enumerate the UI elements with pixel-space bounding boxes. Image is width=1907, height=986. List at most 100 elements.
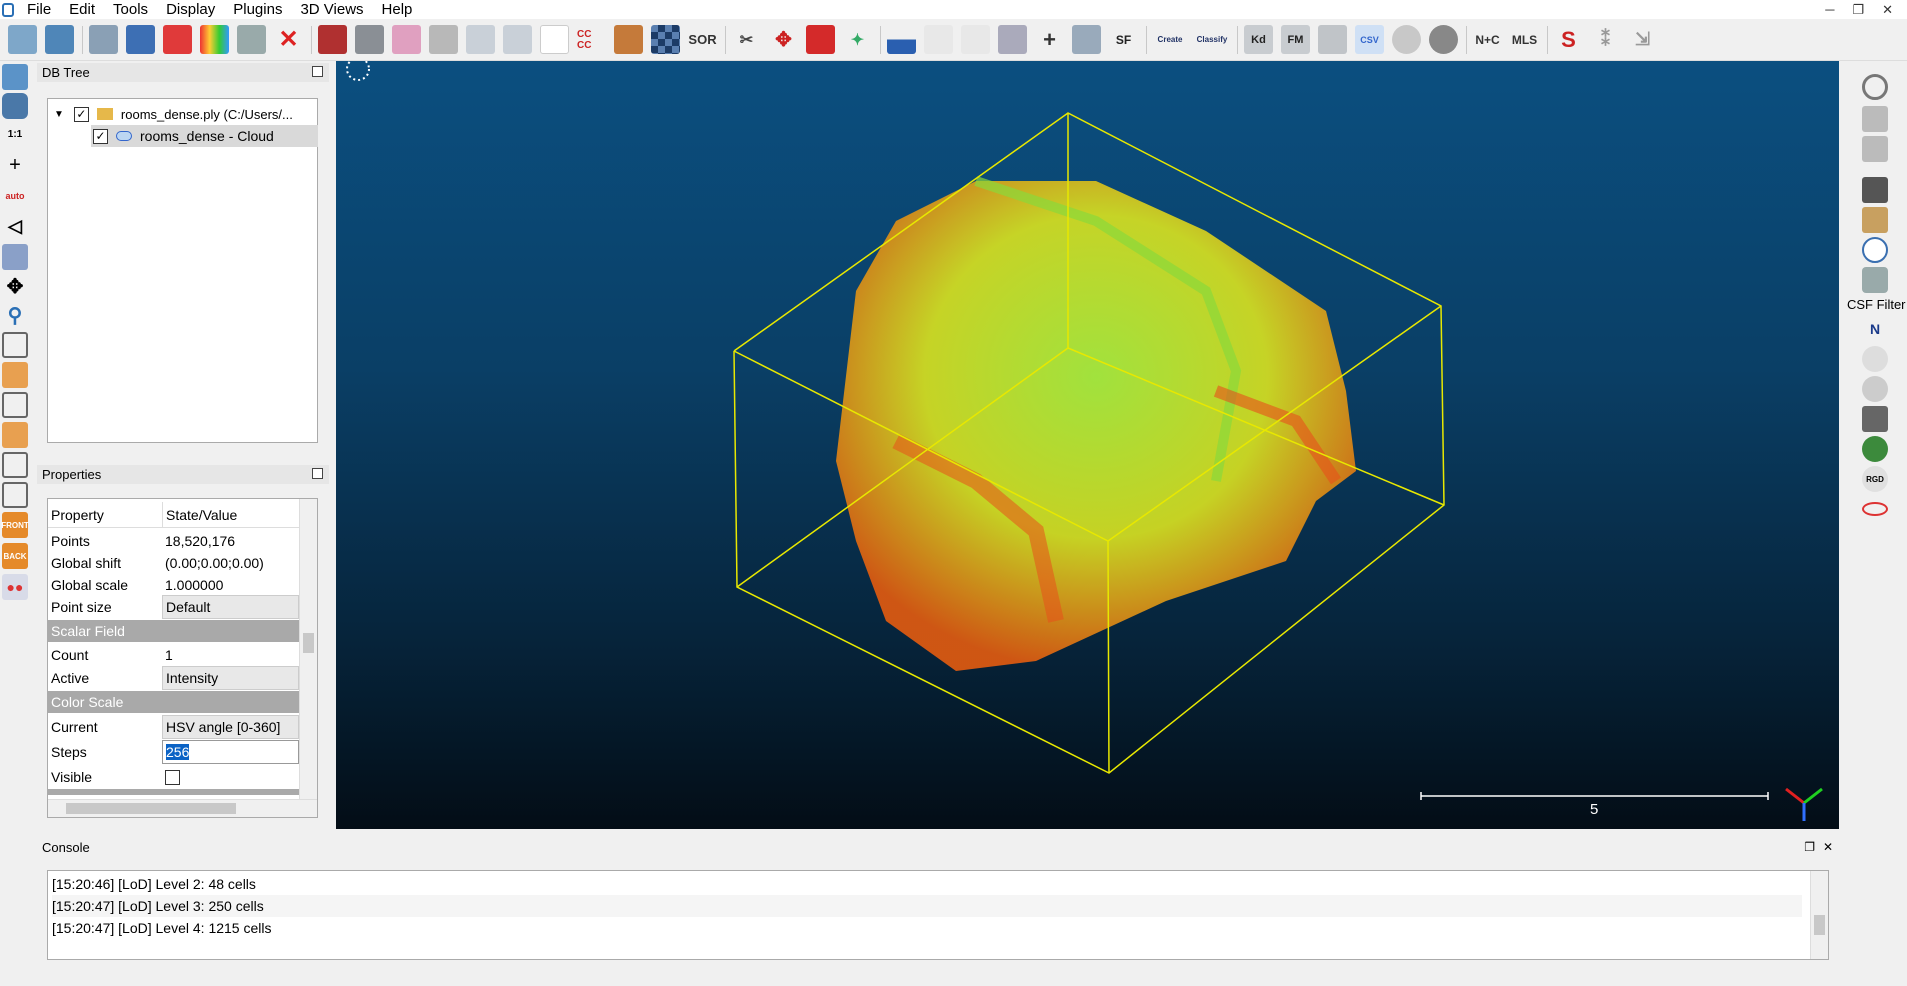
- menu-tools[interactable]: Tools: [104, 0, 157, 19]
- view-back-icon[interactable]: [2, 422, 28, 448]
- globe-icon[interactable]: [1429, 25, 1458, 54]
- clapper-icon[interactable]: [1862, 177, 1888, 203]
- pie-icon[interactable]: [1392, 25, 1421, 54]
- zoom-icon[interactable]: ⚲: [2, 302, 28, 328]
- display-icon[interactable]: [2, 64, 28, 90]
- point-tool-icon[interactable]: ⁑: [1591, 25, 1620, 54]
- cdl-icon[interactable]: [1862, 106, 1888, 132]
- mls-icon[interactable]: MLS: [1510, 25, 1539, 54]
- kd-icon[interactable]: Kd: [1244, 25, 1273, 54]
- properties-vscrollbar[interactable]: [299, 499, 317, 799]
- file-icon[interactable]: [1318, 25, 1347, 54]
- scroll-thumb[interactable]: [303, 633, 314, 653]
- calculator-icon[interactable]: [1072, 25, 1101, 54]
- save-icon[interactable]: [45, 25, 74, 54]
- csv-icon[interactable]: CSV: [1355, 25, 1384, 54]
- console-scrollbar[interactable]: [1810, 871, 1828, 959]
- open-icon[interactable]: [8, 25, 37, 54]
- disable-icon[interactable]: [1862, 74, 1888, 100]
- settings-icon[interactable]: [89, 25, 118, 54]
- pick-icon[interactable]: ✦: [843, 25, 872, 54]
- expand-arrow-icon[interactable]: ▼: [54, 109, 64, 120]
- minimize-button[interactable]: ─: [1825, 2, 1834, 17]
- steps-input[interactable]: 256: [162, 740, 299, 764]
- maximize-button[interactable]: ❐: [1852, 2, 1864, 18]
- sdl-icon[interactable]: [1862, 136, 1888, 162]
- auto-icon[interactable]: auto: [2, 183, 28, 209]
- table-icon[interactable]: [998, 25, 1027, 54]
- dots-icon[interactable]: [392, 25, 421, 54]
- canupo-classify-icon[interactable]: Classify: [1195, 25, 1229, 54]
- center-icon[interactable]: +: [2, 152, 28, 178]
- fm-icon[interactable]: FM: [1281, 25, 1310, 54]
- view-bottom-icon[interactable]: [2, 482, 28, 508]
- north-icon[interactable]: N: [1862, 316, 1888, 342]
- console-scroll-thumb[interactable]: [1814, 915, 1825, 935]
- undock-icon[interactable]: [312, 66, 323, 77]
- transform-icon[interactable]: ⇲: [1628, 25, 1657, 54]
- rgd-icon[interactable]: RGD: [1862, 466, 1888, 492]
- cccc-icon[interactable]: CC CC: [577, 25, 606, 54]
- noise-icon[interactable]: [540, 25, 569, 54]
- cube-icon[interactable]: [2, 244, 28, 270]
- sphere-green-icon[interactable]: [1862, 436, 1888, 462]
- hpr-icon[interactable]: [1862, 346, 1888, 372]
- menu-edit[interactable]: Edit: [60, 0, 104, 19]
- register-icon[interactable]: [318, 25, 347, 54]
- list-icon[interactable]: [126, 25, 155, 54]
- checker-icon[interactable]: [651, 25, 680, 54]
- minmax-icon[interactable]: [961, 25, 990, 54]
- menu-3d-views[interactable]: 3D Views: [291, 0, 372, 19]
- one-to-one-icon[interactable]: 1:1: [2, 121, 28, 147]
- properties-hscrollbar[interactable]: [48, 799, 317, 817]
- stereo-icon[interactable]: ●●: [2, 574, 28, 600]
- sf-icon[interactable]: SF: [1109, 25, 1138, 54]
- view-icon[interactable]: ◁: [2, 213, 28, 239]
- active-sf-select[interactable]: Intensity: [162, 666, 299, 690]
- back-iso-icon[interactable]: BACK: [2, 543, 28, 569]
- mesh-icon[interactable]: [614, 25, 643, 54]
- front-iso-icon[interactable]: FRONT: [1, 512, 29, 538]
- view-right-icon[interactable]: [2, 452, 28, 478]
- menu-file[interactable]: File: [18, 0, 60, 19]
- segment-icon[interactable]: [806, 25, 835, 54]
- menu-help[interactable]: Help: [373, 0, 422, 19]
- view-left-icon[interactable]: [2, 392, 28, 418]
- merge-icon[interactable]: [200, 25, 229, 54]
- curve-tool-icon[interactable]: S: [1554, 25, 1583, 54]
- scissors-icon[interactable]: ✂: [732, 25, 761, 54]
- m3c2-icon[interactable]: [1862, 376, 1888, 402]
- canupo-create-icon[interactable]: Create: [1153, 25, 1187, 54]
- hscroll-thumb[interactable]: [66, 803, 236, 814]
- subsample-icon[interactable]: [237, 25, 266, 54]
- ellipse-icon[interactable]: [1862, 502, 1888, 516]
- undock-icon[interactable]: [312, 468, 323, 479]
- shield-icon[interactable]: [355, 25, 384, 54]
- histogram-icon[interactable]: [887, 25, 916, 54]
- pcv-icon[interactable]: [1862, 406, 1888, 432]
- delete-icon[interactable]: ✕: [274, 25, 303, 54]
- scatter-icon[interactable]: [466, 25, 495, 54]
- menu-display[interactable]: Display: [157, 0, 224, 19]
- close-window-button[interactable]: ✕: [1882, 2, 1893, 18]
- sphere-icon[interactable]: [429, 25, 458, 54]
- view-top-icon[interactable]: [2, 332, 28, 358]
- clone-icon[interactable]: [163, 25, 192, 54]
- move-icon[interactable]: ✥: [2, 273, 28, 299]
- sample-icon[interactable]: [503, 25, 532, 54]
- color-scale-select[interactable]: HSV angle [0-360]: [162, 715, 299, 739]
- sor-icon[interactable]: SOR: [688, 25, 717, 54]
- brush-icon[interactable]: [1862, 207, 1888, 233]
- menu-plugins[interactable]: Plugins: [224, 0, 291, 19]
- tree-item-file[interactable]: ▼ ✓ rooms_dense.ply (C:/Users/...: [54, 103, 293, 125]
- close-console-icon[interactable]: ✕: [1823, 838, 1833, 857]
- file-checkbox[interactable]: ✓: [73, 106, 89, 122]
- 3d-view[interactable]: 5: [336, 61, 1839, 829]
- curve-icon[interactable]: [924, 25, 953, 54]
- undock-console-icon[interactable]: ❐: [1804, 838, 1815, 857]
- csf-filter-label[interactable]: CSF Filter: [1847, 297, 1907, 312]
- cloud-checkbox[interactable]: ✓: [93, 128, 108, 144]
- csf-shield-icon[interactable]: [1862, 267, 1888, 293]
- camera-icon[interactable]: [2, 93, 28, 119]
- add-icon[interactable]: +: [1035, 25, 1064, 54]
